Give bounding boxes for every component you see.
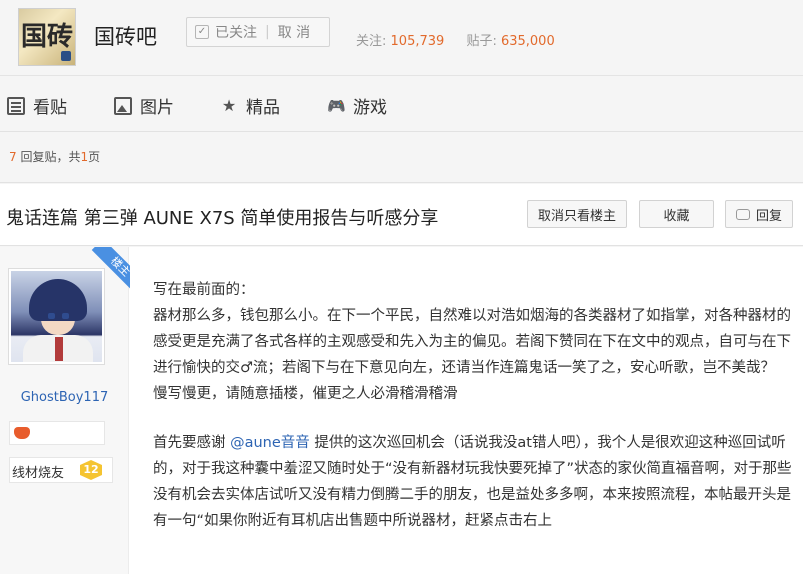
- follow-button[interactable]: ✓ 已关注 | 取 消: [186, 17, 330, 47]
- forum-header: 国砖 国砖吧 ✓ 已关注 | 取 消 关注: 105,739 贴子: 635,0…: [0, 0, 803, 75]
- tab-featured[interactable]: ★ 精品: [220, 93, 280, 118]
- reply-button-label: 回复: [755, 208, 782, 224]
- tab-posts[interactable]: 看贴: [7, 93, 67, 118]
- tab-pictures[interactable]: 图片: [114, 93, 174, 118]
- thread-title: 鬼话连篇 第三弹 AUNE X7S 简单使用报告与听感分享: [6, 208, 439, 229]
- unfollow-button[interactable]: 取 消: [278, 22, 310, 42]
- picture-icon: [114, 96, 132, 115]
- post-text: 首先要感谢: [153, 435, 231, 451]
- post-paragraph: 写在最前面的：: [153, 282, 255, 298]
- level-title: 线材烧友: [12, 466, 65, 481]
- tab-featured-label: 精品: [246, 98, 280, 118]
- cancel-only-op-button[interactable]: 取消只看楼主: [527, 200, 627, 228]
- page-count: 1: [80, 150, 89, 164]
- level-badge[interactable]: 线材烧友 12: [9, 457, 113, 483]
- post-content: 写在最前面的： 器材那么多，钱包那么小。在下一个平民，自然难以对浩如烟海的各类器…: [153, 277, 793, 534]
- document-icon: [7, 96, 25, 115]
- op-badge-label: 楼主: [91, 247, 130, 295]
- post-paragraph: 首先要感谢 @aune音音 提供的这次巡回机会（话说我没at错人吧），我个人是很…: [153, 430, 793, 534]
- reply-info-bar: 7 回复贴，共1页: [0, 133, 803, 183]
- comment-icon: [735, 208, 750, 220]
- follow-count: 105,739: [390, 34, 445, 49]
- reply-button[interactable]: 回复: [725, 200, 793, 228]
- check-icon: ✓: [195, 25, 209, 39]
- post-count-label: 贴子:: [466, 34, 497, 49]
- forum-name[interactable]: 国砖吧: [94, 21, 157, 51]
- tab-pictures-label: 图片: [140, 98, 174, 118]
- gamepad-medal-icon: [14, 427, 30, 439]
- forum-logo-text: 国砖: [20, 22, 73, 52]
- thread-title-bar: 鬼话连篇 第三弹 AUNE X7S 简单使用报告与听感分享 取消只看楼主 收藏 …: [0, 184, 803, 246]
- op-badge: 楼主: [82, 247, 130, 295]
- tab-games[interactable]: 🎮 游戏: [327, 93, 387, 119]
- logo-seal-icon: [61, 51, 71, 61]
- post-floor: GhostBoy117 线材烧友 12 楼主 写在最前面的： 器材那么多，钱包那…: [0, 247, 803, 574]
- author-panel: GhostBoy117 线材烧友 12: [0, 247, 129, 574]
- reply-count: 7: [9, 150, 17, 164]
- reply-count-text: 回复贴，共: [16, 150, 81, 164]
- divider: |: [265, 24, 270, 40]
- collect-button[interactable]: 收藏: [639, 200, 714, 228]
- post-paragraph: 慢写慢更，请随意插楼，催更之人必滑稽滑稽滑: [153, 386, 458, 402]
- post-count: 635,000: [500, 34, 555, 49]
- gamepad-icon: 🎮: [327, 96, 346, 115]
- medal-box[interactable]: [9, 421, 105, 445]
- author-name[interactable]: GhostBoy117: [0, 390, 129, 405]
- post-paragraph: 器材那么多，钱包那么小。在下一个平民，自然难以对浩如烟海的各类器材了如指掌，对各…: [153, 308, 791, 376]
- page-count-text: 页: [88, 150, 101, 164]
- mention-link[interactable]: @aune音音: [230, 435, 310, 451]
- tab-games-label: 游戏: [353, 98, 387, 118]
- star-icon: ★: [221, 95, 237, 115]
- level-number: 12: [80, 460, 102, 480]
- forum-nav: 看贴 图片 ★ 精品 🎮 游戏: [0, 75, 803, 132]
- tab-posts-label: 看贴: [33, 98, 67, 118]
- forum-logo[interactable]: 国砖: [18, 8, 76, 66]
- forum-stats: 关注: 105,739 贴子: 635,000: [356, 30, 573, 49]
- followed-label: 已关注: [215, 25, 257, 41]
- follow-count-label: 关注:: [356, 34, 387, 49]
